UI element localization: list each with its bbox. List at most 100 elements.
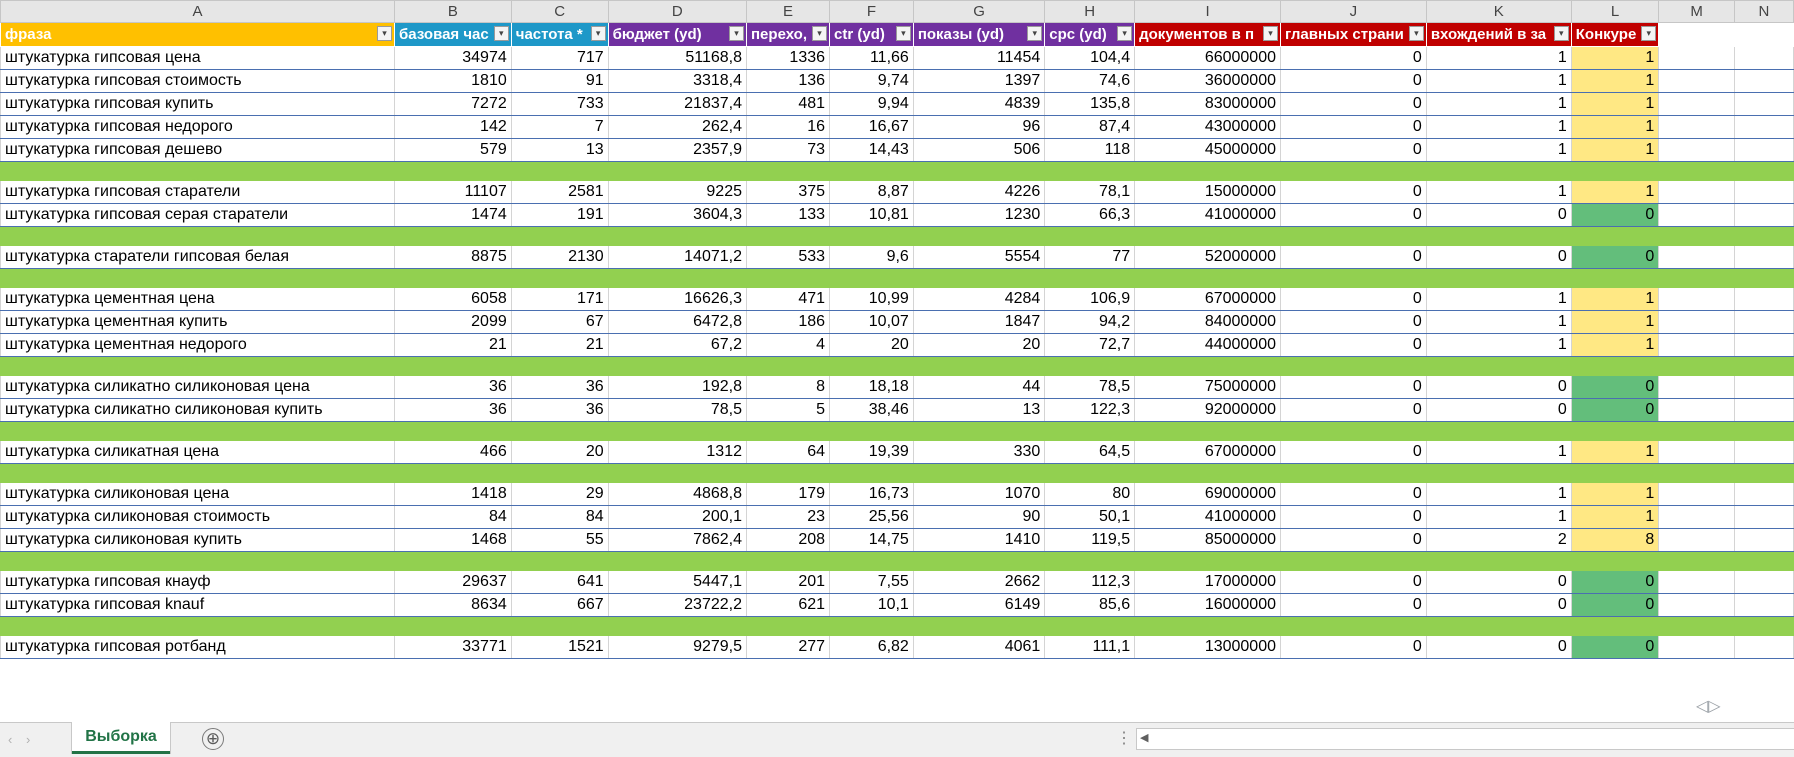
separator-cell[interactable] (745, 161, 831, 181)
separator-cell[interactable] (1658, 421, 1735, 441)
separator-cell[interactable] (1425, 268, 1572, 288)
empty-cell[interactable] (1658, 69, 1735, 93)
empty-cell[interactable] (1733, 115, 1794, 139)
empty-cell[interactable] (1658, 245, 1735, 269)
value-cell[interactable]: 0 (1425, 398, 1572, 422)
separator-cell[interactable] (1280, 226, 1427, 246)
value-cell[interactable]: 136 (745, 69, 831, 93)
value-cell[interactable]: 621 (745, 593, 831, 617)
filter-dropdown-icon[interactable]: ▾ (377, 26, 393, 41)
separator-cell[interactable] (829, 463, 914, 483)
value-cell[interactable]: 36000000 (1134, 69, 1281, 93)
value-cell[interactable]: 38,46 (829, 398, 914, 422)
separator-cell[interactable] (510, 161, 609, 181)
value-cell[interactable]: 16,73 (829, 482, 914, 506)
value-cell[interactable]: 11,66 (829, 46, 914, 70)
empty-cell[interactable] (1658, 333, 1735, 357)
value-cell[interactable]: 36 (510, 375, 609, 399)
filter-dropdown-icon[interactable]: ▾ (1117, 26, 1133, 41)
separator-cell[interactable] (1425, 356, 1572, 376)
value-cell[interactable]: 16626,3 (607, 287, 748, 311)
value-cell[interactable]: 579 (394, 138, 512, 162)
phrase-cell[interactable]: штукатурка старатели гипсовая белая (0, 245, 396, 269)
filter-dropdown-icon[interactable]: ▾ (493, 26, 509, 41)
value-cell[interactable]: 1410 (912, 528, 1046, 552)
value-cell[interactable]: 96 (912, 115, 1046, 139)
value-cell[interactable]: 1 (1570, 180, 1660, 204)
separator-cell[interactable] (0, 356, 396, 376)
value-cell[interactable]: 133 (745, 203, 831, 227)
value-cell[interactable]: 0 (1280, 138, 1427, 162)
phrase-cell[interactable]: штукатурка цементная купить (0, 310, 396, 334)
value-cell[interactable]: 2 (1425, 528, 1572, 552)
value-cell[interactable]: 13 (912, 398, 1046, 422)
empty-cell[interactable] (1658, 570, 1735, 594)
phrase-cell[interactable]: штукатурка силикатно силиконовая цена (0, 375, 396, 399)
separator-cell[interactable] (829, 226, 914, 246)
column-header-E[interactable]: E (745, 0, 831, 23)
separator-cell[interactable] (1134, 356, 1281, 376)
phrase-cell[interactable]: штукатурка гипсовая дешево (0, 138, 396, 162)
separator-cell[interactable] (745, 421, 831, 441)
value-cell[interactable]: 733 (510, 92, 609, 116)
value-cell[interactable]: 1 (1425, 310, 1572, 334)
table-header-cell[interactable]: документов в п ▾ (1134, 22, 1281, 47)
value-cell[interactable]: 6058 (394, 287, 512, 311)
separator-cell[interactable] (829, 616, 914, 636)
separator-cell[interactable] (1570, 616, 1660, 636)
column-header-M[interactable]: M (1658, 0, 1735, 23)
separator-cell[interactable] (607, 268, 748, 288)
value-cell[interactable]: 1 (1425, 115, 1572, 139)
horizontal-scrollbar[interactable] (1136, 728, 1794, 750)
value-cell[interactable]: 1 (1570, 440, 1660, 464)
value-cell[interactable]: 1 (1425, 92, 1572, 116)
empty-cell[interactable] (1733, 180, 1794, 204)
value-cell[interactable]: 201 (745, 570, 831, 594)
value-cell[interactable]: 8 (745, 375, 831, 399)
value-cell[interactable]: 14,75 (829, 528, 914, 552)
value-cell[interactable]: 10,99 (829, 287, 914, 311)
value-cell[interactable]: 506 (912, 138, 1046, 162)
empty-cell[interactable] (1658, 528, 1735, 552)
value-cell[interactable]: 16,67 (829, 115, 914, 139)
value-cell[interactable]: 21 (510, 333, 609, 357)
value-cell[interactable]: 0 (1280, 440, 1427, 464)
scroll-left-icon[interactable]: ◀ (1140, 731, 1148, 744)
value-cell[interactable]: 23 (745, 505, 831, 529)
filter-dropdown-icon[interactable]: ▾ (1263, 26, 1278, 41)
empty-cell[interactable] (1658, 482, 1735, 506)
separator-cell[interactable] (1425, 226, 1572, 246)
value-cell[interactable]: 0 (1280, 570, 1427, 594)
column-header-D[interactable]: D (607, 0, 748, 23)
column-header-L[interactable]: L (1570, 0, 1660, 23)
value-cell[interactable]: 10,1 (829, 593, 914, 617)
value-cell[interactable]: 0 (1280, 69, 1427, 93)
separator-cell[interactable] (1658, 551, 1735, 571)
value-cell[interactable]: 1 (1425, 46, 1572, 70)
empty-cell[interactable] (1658, 375, 1735, 399)
separator-cell[interactable] (1733, 356, 1794, 376)
value-cell[interactable]: 20 (912, 333, 1046, 357)
phrase-cell[interactable]: штукатурка цементная цена (0, 287, 396, 311)
separator-cell[interactable] (1044, 268, 1136, 288)
value-cell[interactable]: 0 (1280, 310, 1427, 334)
column-header-B[interactable]: B (394, 0, 512, 23)
separator-cell[interactable] (829, 421, 914, 441)
separator-cell[interactable] (607, 421, 748, 441)
column-header-K[interactable]: K (1425, 0, 1572, 23)
value-cell[interactable]: 1312 (607, 440, 748, 464)
value-cell[interactable]: 84 (510, 505, 609, 529)
value-cell[interactable]: 8 (1570, 528, 1660, 552)
value-cell[interactable]: 0 (1425, 203, 1572, 227)
value-cell[interactable]: 0 (1425, 593, 1572, 617)
separator-cell[interactable] (394, 226, 512, 246)
value-cell[interactable]: 41000000 (1134, 505, 1281, 529)
value-cell[interactable]: 1 (1570, 505, 1660, 529)
value-cell[interactable]: 1230 (912, 203, 1046, 227)
separator-cell[interactable] (510, 616, 609, 636)
separator-cell[interactable] (1733, 463, 1794, 483)
value-cell[interactable]: 21 (394, 333, 512, 357)
table-header-cell[interactable]: показы (yd) ▾ (912, 22, 1046, 47)
value-cell[interactable]: 0 (1280, 203, 1427, 227)
empty-cell[interactable] (1658, 46, 1735, 70)
